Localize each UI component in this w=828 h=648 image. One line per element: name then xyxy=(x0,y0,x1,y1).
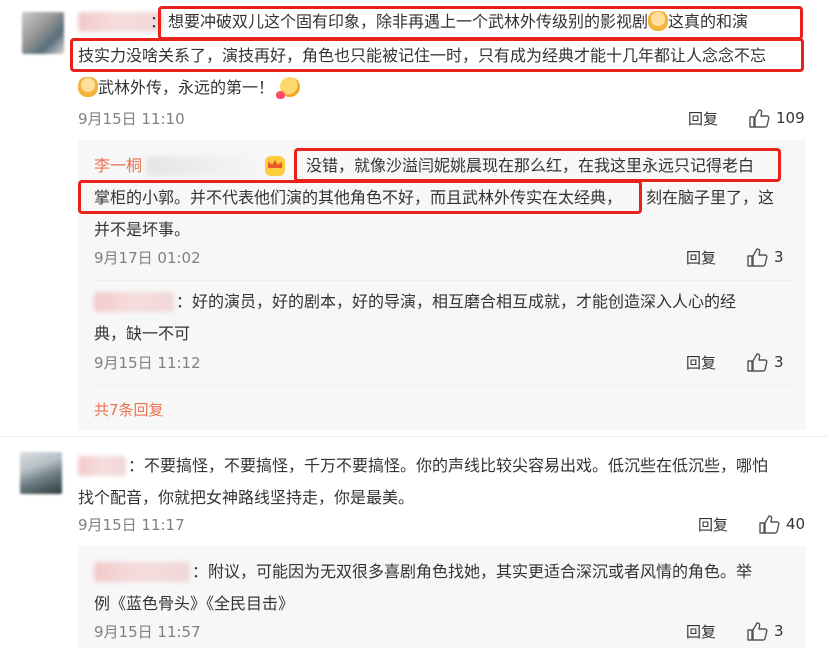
crown-badge-icon xyxy=(265,156,285,176)
reply-line: 典，缺一不可 xyxy=(94,324,191,343)
like-count: 3 xyxy=(774,353,784,371)
username-blurred[interactable] xyxy=(94,562,190,582)
highlight-box xyxy=(78,180,642,214)
divider xyxy=(0,436,828,437)
thumbs-up-icon xyxy=(759,515,780,534)
like-button[interactable]: 109 xyxy=(748,108,805,128)
reply-line: ：附议，可能因为无双很多喜剧角色找她，其实更适合深沉或者风情的角色。举 xyxy=(192,562,753,581)
reply-button[interactable]: 回复 xyxy=(686,622,716,642)
thumbs-up-icon xyxy=(749,109,770,128)
avatar[interactable] xyxy=(22,12,64,54)
reply-username[interactable]: 李一桐 xyxy=(94,150,142,182)
highlight-box xyxy=(158,6,803,40)
reply-button[interactable]: 回复 xyxy=(688,109,718,129)
like-count: 40 xyxy=(786,515,806,533)
divider xyxy=(94,385,794,386)
reply-line: 刻在脑子里了，这 xyxy=(646,188,775,207)
comment-time: 9月15日 11:10 xyxy=(78,110,185,128)
kiss-emoji-icon xyxy=(276,77,301,99)
thumbs-up-icon xyxy=(747,248,768,267)
reply-button[interactable]: 回复 xyxy=(686,353,716,373)
username-blurred[interactable] xyxy=(146,156,258,176)
highlight-box xyxy=(294,148,781,182)
username-blurred[interactable] xyxy=(78,456,126,476)
like-button[interactable]: 3 xyxy=(746,352,784,372)
reply-time: 9月15日 11:12 xyxy=(94,354,201,372)
comment-time: 9月15日 11:17 xyxy=(78,516,185,534)
username-blurred[interactable] xyxy=(94,292,174,312)
like-button[interactable]: 3 xyxy=(746,621,784,641)
thumbs-up-icon xyxy=(747,622,768,641)
comment-line: 武林外传，永远的第一！ xyxy=(78,72,301,104)
highlight-box xyxy=(70,38,804,72)
like-count: 3 xyxy=(774,248,784,266)
more-replies-link[interactable]: 共7条回复 xyxy=(94,400,164,420)
like-button[interactable]: 3 xyxy=(746,247,784,267)
like-count: 3 xyxy=(774,622,784,640)
divider xyxy=(94,280,794,281)
baby-emoji-icon xyxy=(78,77,98,97)
comment-line: ：不要搞怪，不要搞怪，千万不要搞怪。你的声线比较尖容易出戏。低沉些在低沉些，哪怕 xyxy=(128,456,769,475)
reply-time: 9月15日 11:57 xyxy=(94,623,201,641)
thumbs-up-icon xyxy=(747,353,768,372)
like-count: 109 xyxy=(776,109,805,127)
reply-button[interactable]: 回复 xyxy=(698,515,728,535)
comment-line: 找个配音，你就把女神路线坚持走，你是最美。 xyxy=(78,488,415,507)
avatar[interactable] xyxy=(20,452,62,494)
reply-time: 9月17日 01:02 xyxy=(94,249,201,267)
like-button[interactable]: 40 xyxy=(758,514,805,534)
reply-line: 并不是坏事。 xyxy=(94,220,191,239)
reply-button[interactable]: 回复 xyxy=(686,248,716,268)
reply-line: ：好的演员，好的剧本，好的导演，相互磨合相互成就，才能创造深入人心的经 xyxy=(176,292,737,311)
reply-line: 例《蓝色骨头》《全民目击》 xyxy=(94,594,295,613)
